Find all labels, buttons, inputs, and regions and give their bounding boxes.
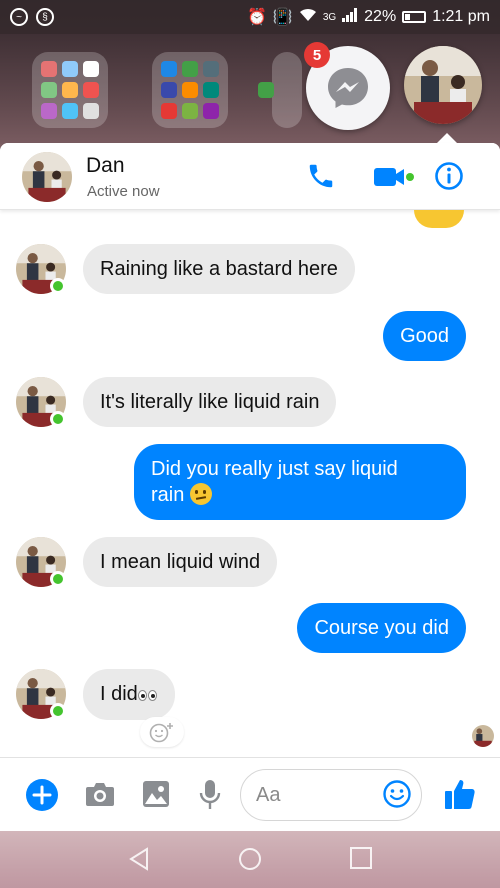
confused-face-icon [189, 483, 212, 505]
recents-icon [350, 847, 372, 869]
message-bubble-incoming[interactable]: It's literally like liquid rain [83, 377, 337, 427]
message-bubble-outgoing[interactable]: Did you really just say liquid rain [134, 444, 466, 520]
chat-panel: Dan Active now Raining like a bastard he… [0, 143, 500, 831]
messenger-notification-icon: ~ [10, 8, 28, 26]
home-button[interactable] [238, 847, 262, 876]
contact-name[interactable]: Dan [86, 154, 125, 178]
battery-icon [402, 11, 427, 23]
recents-button[interactable] [350, 847, 372, 874]
app-folder [152, 52, 228, 128]
home-icon [239, 848, 261, 870]
contact-avatar[interactable] [22, 152, 72, 202]
unread-count-badge: 5 [304, 42, 330, 68]
wifi-icon [299, 8, 317, 27]
message-bubble-incoming[interactable]: Raining like a bastard here [83, 244, 355, 294]
gallery-icon[interactable] [142, 780, 170, 813]
message-text: Did you really just say liquid [151, 458, 398, 480]
messenger-icon [328, 68, 368, 108]
add-reaction-button[interactable] [140, 717, 184, 747]
back-button[interactable] [128, 847, 150, 876]
vibrate-icon: 📳 [272, 9, 293, 26]
emoji-icon[interactable] [383, 780, 411, 813]
message-bubble-outgoing[interactable]: Good [383, 311, 466, 361]
avatar [404, 46, 482, 124]
sticker-emoji-partial [414, 210, 464, 228]
back-icon [129, 847, 148, 871]
phone-icon[interactable] [306, 161, 336, 196]
active-status: Active now [87, 183, 160, 200]
camera-icon[interactable] [85, 781, 115, 812]
signal-icon [342, 7, 358, 27]
network-type: 3G [322, 11, 337, 23]
battery-percent: 22% [364, 8, 397, 25]
eyes-icon [137, 682, 158, 708]
app-folder [32, 52, 108, 128]
message-list[interactable]: Raining like a bastard here Good It's li… [0, 210, 500, 755]
message-bubble-incoming[interactable]: I mean liquid wind [83, 537, 278, 587]
info-icon[interactable] [434, 161, 464, 196]
add-reaction-icon [149, 723, 173, 743]
message-bubble-incoming[interactable]: I did [83, 669, 175, 720]
avatar [22, 152, 72, 202]
status-bar: ~ § ⏰ 📳 3G 22% 1:21 pm [0, 0, 500, 34]
thumbs-up-icon[interactable] [443, 777, 477, 816]
message-composer [0, 757, 500, 831]
message-bubble-outgoing[interactable]: Course you did [297, 603, 466, 653]
seen-receipt-avatar [472, 725, 494, 747]
message-text: rain [151, 484, 185, 506]
online-indicator [50, 571, 66, 587]
system-nav-bar [0, 831, 500, 888]
video-call-icon[interactable] [374, 165, 414, 194]
online-indicator [50, 411, 66, 427]
alarm-icon: ⏰ [246, 9, 267, 26]
app-folder [258, 52, 302, 128]
chat-header: Dan Active now [0, 143, 500, 210]
online-indicator [50, 278, 66, 294]
message-text: I did [100, 683, 138, 705]
contact-chat-head[interactable] [404, 46, 482, 124]
microphone-icon[interactable] [199, 779, 221, 816]
app-notification-icon: § [36, 8, 54, 26]
online-indicator [50, 703, 66, 719]
add-icon[interactable] [25, 778, 59, 817]
clock: 1:21 pm [432, 8, 490, 25]
